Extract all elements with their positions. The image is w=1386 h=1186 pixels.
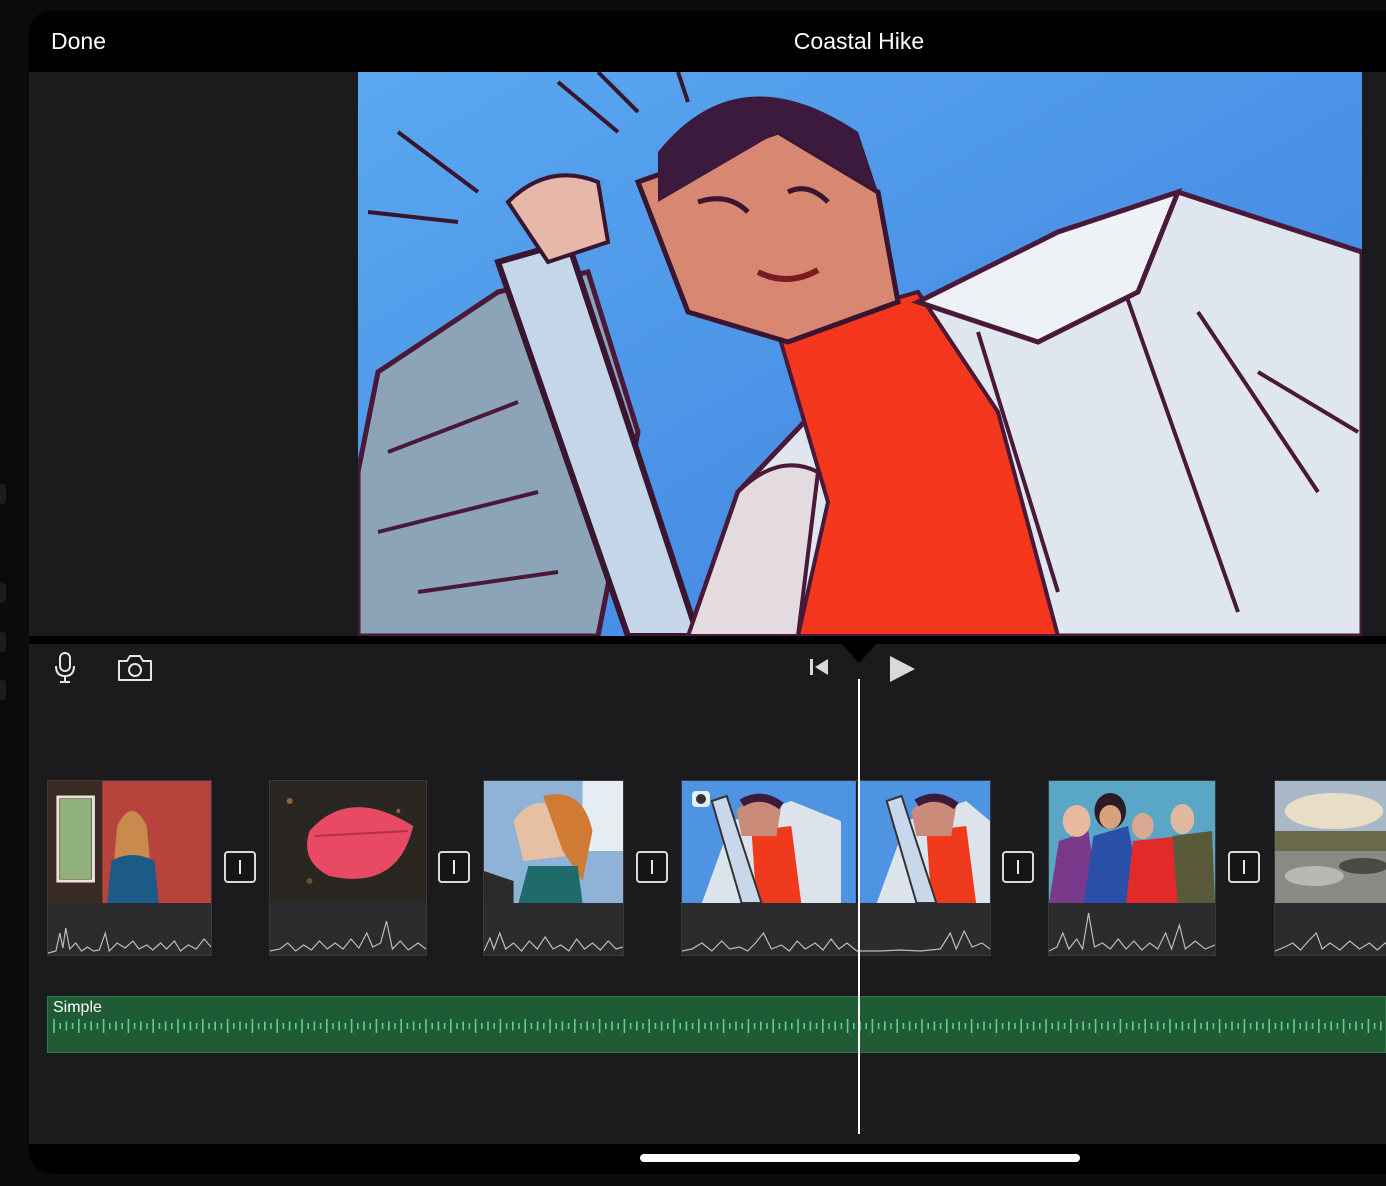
filter-badge-icon (692, 791, 710, 807)
imovie-editor: Done Coastal Hike Simple (29, 11, 1386, 1174)
transition-button[interactable] (636, 851, 668, 883)
done-button[interactable]: Done (51, 28, 106, 55)
transition-button[interactable] (224, 851, 256, 883)
home-indicator[interactable] (640, 1154, 1080, 1162)
skip-to-start-icon[interactable] (804, 654, 834, 680)
video-preview[interactable] (358, 72, 1362, 636)
video-clip[interactable] (1274, 780, 1386, 956)
clip-thumbnail (682, 781, 990, 903)
hardware-button (0, 680, 6, 700)
clip-thumbnail (1275, 781, 1386, 903)
hardware-button (0, 583, 6, 603)
viewer-padding (29, 72, 358, 636)
music-waveform (53, 1019, 1382, 1033)
transition-button[interactable] (1002, 851, 1034, 883)
play-icon[interactable] (884, 652, 920, 686)
clip-thumbnail (48, 781, 211, 903)
clip-thumbnail (484, 781, 623, 903)
camera-icon[interactable] (115, 651, 155, 685)
microphone-icon[interactable] (47, 651, 83, 685)
video-clip-selected[interactable] (681, 780, 991, 956)
transition-button[interactable] (438, 851, 470, 883)
preview-frame-image (358, 72, 1362, 636)
video-clip[interactable] (483, 780, 624, 956)
top-bar: Done Coastal Hike (29, 11, 1386, 72)
clip-thumbnail (1049, 781, 1215, 903)
hardware-button (0, 632, 6, 652)
background-music-track[interactable]: Simple (47, 996, 1386, 1053)
audio-waveform (484, 903, 623, 955)
playhead-marker (841, 643, 877, 663)
audio-waveform (270, 903, 426, 955)
project-title: Coastal Hike (793, 28, 925, 54)
clip-thumbnail (270, 781, 426, 903)
video-clip[interactable] (1048, 780, 1216, 956)
playhead[interactable] (858, 679, 860, 1134)
audio-waveform (682, 903, 990, 955)
video-clip[interactable] (47, 780, 212, 956)
timeline-divider (29, 636, 1386, 644)
transition-button[interactable] (1228, 851, 1260, 883)
viewer-padding (1362, 72, 1386, 636)
audio-waveform (1275, 903, 1386, 955)
audio-waveform (1049, 903, 1215, 955)
audio-waveform (48, 903, 211, 955)
hardware-button (0, 484, 6, 504)
device-frame: Done Coastal Hike Simple (0, 0, 1386, 1186)
video-clip[interactable] (269, 780, 427, 956)
